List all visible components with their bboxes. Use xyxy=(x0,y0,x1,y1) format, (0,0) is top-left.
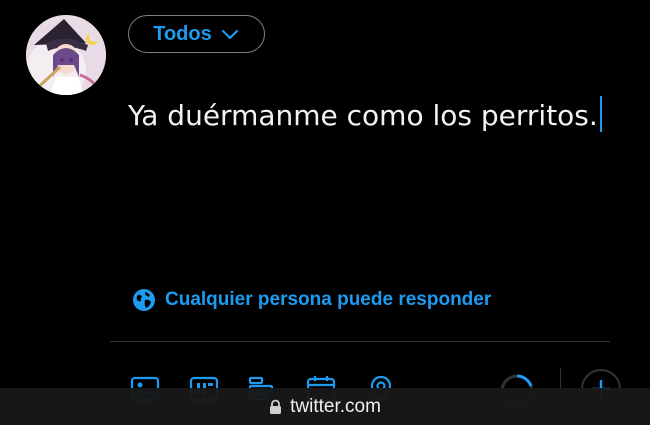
avatar[interactable] xyxy=(26,15,106,95)
text-cursor xyxy=(599,96,603,132)
tweet-text: Ya duérmanme como los perritos. xyxy=(128,99,598,132)
divider xyxy=(110,341,610,342)
audience-selector-button[interactable]: Todos xyxy=(128,15,265,53)
tweet-text-input[interactable]: Ya duérmanme como los perritos. xyxy=(128,96,603,136)
browser-url-bar[interactable]: twitter.com xyxy=(0,388,650,425)
audience-label: Todos xyxy=(153,22,212,45)
chevron-down-icon xyxy=(220,24,240,44)
reply-setting-label: Cualquier persona puede responder xyxy=(165,289,492,310)
globe-icon xyxy=(133,289,155,311)
url-text: twitter.com xyxy=(290,395,381,417)
reply-setting-button[interactable]: Cualquier persona puede responder xyxy=(132,288,491,312)
lock-icon xyxy=(270,399,282,414)
avatar-image xyxy=(26,15,106,95)
